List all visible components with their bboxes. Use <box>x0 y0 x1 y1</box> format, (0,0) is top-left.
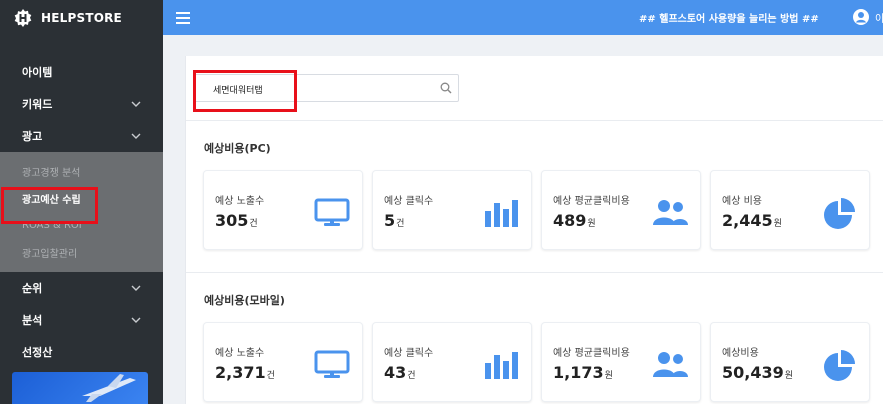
stat-card: 예상비용 50,439원 <box>710 322 870 402</box>
search-icon[interactable] <box>440 82 452 94</box>
stat-value: 1,173원 <box>553 363 613 382</box>
stat-label: 예상 노출수 <box>215 348 265 359</box>
stat-card: 예상 클릭수 43건 <box>372 322 532 402</box>
divider <box>186 272 883 273</box>
sidebar-item[interactable]: 순위 <box>0 272 163 304</box>
nav-main-bottom: 순위분석선정산 <box>0 272 163 368</box>
brand-name: HELPSTORE <box>41 11 122 25</box>
sidebar-item[interactable]: 선정산 <box>0 336 163 368</box>
stat-unit: 원 <box>604 371 613 381</box>
sidebar-item-label: 광고 <box>22 130 43 143</box>
usage-tip-link[interactable]: ## 헬프스토어 사용량을 늘리는 방법 ## <box>639 10 819 25</box>
top-bar: ## 헬프스토어 사용량을 늘리는 방법 ## 이 <box>163 0 883 35</box>
chevron-down-icon <box>131 285 141 291</box>
stat-card: 예상 노출수 2,371건 <box>203 322 363 402</box>
submenu-item[interactable]: 광고경쟁 분석 <box>0 158 163 185</box>
cards-pc: 예상 노출수 305건 예상 클릭수 5건 예상 평균클릭비용 489원 예상 비용 2,44… <box>203 170 870 250</box>
sidebar-item-label: 키워드 <box>22 98 53 111</box>
bar-chart-icon <box>485 352 518 379</box>
stat-card: 예상 클릭수 5건 <box>372 170 532 250</box>
stat-number: 1,173 <box>553 363 604 382</box>
sidebar-item-label: 아이템 <box>22 66 53 79</box>
section-title-pc: 예상비용(PC) <box>204 142 271 155</box>
stat-unit: 원 <box>773 219 782 229</box>
chevron-down-icon <box>131 133 141 139</box>
pie-chart-icon <box>824 198 855 229</box>
stat-value: 5건 <box>384 211 404 230</box>
submenu-item[interactable]: 광고입찰관리 <box>0 239 163 266</box>
stat-number: 489 <box>553 211 587 230</box>
promo-banner[interactable] <box>12 372 148 404</box>
stat-value: 2,371건 <box>215 363 275 382</box>
stat-unit: 원 <box>587 219 596 229</box>
sidebar-item-label: 분석 <box>22 314 43 327</box>
stat-card: 예상 비용 2,445원 <box>710 170 870 250</box>
sidebar-item-label: 순위 <box>22 282 43 295</box>
stat-label: 예상 평균클릭비용 <box>553 348 630 359</box>
divider <box>186 120 883 121</box>
monitor-icon <box>314 198 350 226</box>
stat-number: 305 <box>215 211 249 230</box>
stat-value: 489원 <box>553 211 596 230</box>
gear-logo-icon <box>14 9 32 27</box>
menu-icon[interactable] <box>176 11 190 24</box>
stat-unit: 원 <box>784 371 794 381</box>
bar-chart-icon <box>485 200 518 227</box>
stat-number: 43 <box>384 363 407 382</box>
stat-value: 305건 <box>215 211 258 230</box>
section-title-mobile: 예상비용(모바일) <box>204 294 285 307</box>
sidebar-item[interactable]: 아이템 <box>0 56 163 88</box>
stat-number: 50,439 <box>722 363 784 382</box>
stat-value: 2,445원 <box>722 211 782 230</box>
stat-unit: 건 <box>407 371 416 381</box>
users-icon <box>653 352 688 377</box>
chevron-down-icon <box>131 101 141 107</box>
sidebar-item[interactable]: 분석 <box>0 304 163 336</box>
chevron-down-icon <box>131 317 141 323</box>
stat-value: 50,439원 <box>722 363 793 382</box>
airplane-icon <box>82 374 136 402</box>
stat-number: 2,371 <box>215 363 266 382</box>
users-icon <box>653 200 688 225</box>
stat-label: 예상 노출수 <box>215 196 265 207</box>
sidebar-item[interactable]: 광고 <box>0 120 163 152</box>
stat-label: 예상 클릭수 <box>384 348 434 359</box>
sidebar-item-label: 선정산 <box>22 346 53 359</box>
stat-unit: 건 <box>249 219 258 229</box>
nav-main: 아이템키워드광고 <box>0 56 163 152</box>
stat-number: 5 <box>384 211 396 230</box>
monitor-icon <box>314 350 350 378</box>
stat-number: 2,445 <box>722 211 773 230</box>
annotation-box-search <box>193 70 297 112</box>
stat-value: 43건 <box>384 363 416 382</box>
stat-unit: 건 <box>396 219 405 229</box>
brand[interactable]: HELPSTORE <box>0 0 163 36</box>
cards-mobile: 예상 노출수 2,371건 예상 클릭수 43건 예상 평균클릭비용 1,173원 예상비용… <box>203 322 870 402</box>
stat-label: 예상 클릭수 <box>384 196 434 207</box>
stat-card: 예상 노출수 305건 <box>203 170 363 250</box>
stat-card: 예상 평균클릭비용 1,173원 <box>541 322 701 402</box>
stat-unit: 건 <box>266 371 275 381</box>
annotation-box-menu <box>1 187 98 224</box>
stat-label: 예상비용 <box>722 348 759 359</box>
user-avatar-icon[interactable] <box>853 9 869 25</box>
user-name[interactable]: 이 <box>875 10 883 25</box>
stat-label: 예상 평균클릭비용 <box>553 196 630 207</box>
stat-card: 예상 평균클릭비용 489원 <box>541 170 701 250</box>
pie-chart-icon <box>824 350 855 381</box>
sidebar-item[interactable]: 키워드 <box>0 88 163 120</box>
stat-label: 예상 비용 <box>722 196 762 207</box>
